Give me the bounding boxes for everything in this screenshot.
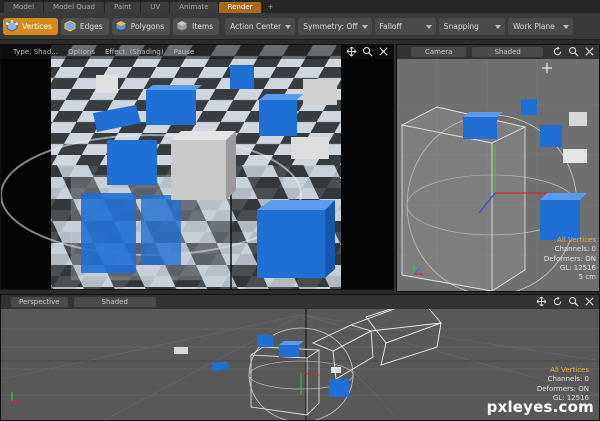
camera-viewport-header: Camera Shaded [397, 45, 599, 59]
camera-info-overlay: All Vertices Channels: 0 Deformers: ON G… [544, 236, 596, 282]
close-icon[interactable] [378, 46, 389, 57]
reset-view-icon[interactable] [552, 46, 563, 57]
reset-view-icon[interactable] [552, 296, 563, 307]
falloff-dropdown[interactable]: Falloff [374, 17, 436, 35]
search-icon[interactable] [568, 46, 579, 57]
edges-mode-label: Edges [79, 21, 103, 31]
camera-shading-button[interactable]: Shaded [472, 47, 543, 57]
polygons-mode-label: Polygons [130, 21, 165, 31]
render-pause-label[interactable]: Pause [174, 48, 195, 56]
close-icon[interactable] [584, 46, 595, 57]
tab-paint[interactable]: Paint [104, 2, 141, 13]
watermark: pxleyes.com [486, 398, 594, 416]
camera-scale-info: 5 cm [578, 273, 596, 282]
camera-gl-info: GL: 12516 [559, 263, 596, 272]
items-mode-button[interactable]: Items [173, 17, 220, 35]
items-mode-label: Items [192, 21, 214, 31]
render-options-label[interactable]: Options [68, 48, 95, 56]
tab-render[interactable]: Render [218, 2, 262, 13]
camera-select-button[interactable]: Camera [411, 47, 467, 57]
rendered-scene [1, 45, 341, 289]
close-icon[interactable] [584, 296, 595, 307]
edges-icon [64, 20, 76, 32]
edges-mode-button[interactable]: Edges [60, 17, 109, 35]
render-viewport[interactable]: Type: Shad... Options Effect: (Shading) … [0, 44, 394, 290]
render-viewport-icons [346, 46, 389, 57]
move-icon[interactable] [536, 296, 547, 307]
perspective-selection-info: All Vertices [550, 366, 589, 374]
camera-axis-icon [413, 265, 423, 275]
perspective-select-button[interactable]: Perspective [11, 297, 68, 307]
snapping-dropdown[interactable]: Snapping [438, 17, 505, 35]
perspective-axis-icon [11, 392, 19, 402]
action-center-dropdown[interactable]: Action Center [225, 17, 296, 35]
tab-model[interactable]: Model [4, 2, 44, 13]
camera-selection-info: All Vertices [557, 236, 596, 244]
move-icon[interactable] [346, 46, 357, 57]
work-plane-dropdown[interactable]: Work Plane [507, 17, 573, 35]
camera-deformers-info: Deformers: ON [543, 254, 596, 263]
perspective-viewport-icons [536, 296, 595, 307]
polygons-icon [115, 20, 127, 32]
vertices-icon [6, 20, 18, 32]
perspective-deformers-info: Deformers: ON [536, 384, 589, 393]
camera-viewport[interactable]: Camera Shaded All Vertices Channels: 0 D… [396, 44, 600, 292]
render-viewport-header: Type: Shad... Options Effect: (Shading) … [1, 45, 393, 59]
symmetry-dropdown[interactable]: Symmetry: Off [298, 17, 372, 35]
vertices-mode-button[interactable]: Vertices [3, 17, 58, 35]
polygons-mode-button[interactable]: Polygons [111, 17, 171, 35]
search-icon[interactable] [362, 46, 373, 57]
perspective-shading-button[interactable]: Shaded [73, 297, 156, 307]
perspective-channels-info: Channels: 0 [547, 375, 589, 384]
items-icon [176, 20, 188, 32]
toolbar: Vertices Edges Polygons Items Action Cen… [0, 13, 600, 40]
camera-channels-info: Channels: 0 [554, 245, 596, 254]
tab-animate[interactable]: Animate [170, 2, 218, 13]
perspective-viewport-header: Perspective Shaded [1, 295, 599, 309]
camera-viewport-icons [552, 46, 595, 57]
tab-uv[interactable]: UV [141, 2, 170, 13]
search-icon[interactable] [568, 296, 579, 307]
render-type-label[interactable]: Type: Shad... [13, 48, 58, 56]
add-tab-button[interactable]: + [262, 2, 278, 13]
vertices-mode-label: Vertices [22, 21, 52, 31]
render-effect-label[interactable]: Effect: (Shading) [105, 48, 164, 56]
menu-tab-bar: Model Model Quad Paint UV Animate Render… [0, 0, 600, 13]
tab-model-quad[interactable]: Model Quad [44, 2, 104, 13]
